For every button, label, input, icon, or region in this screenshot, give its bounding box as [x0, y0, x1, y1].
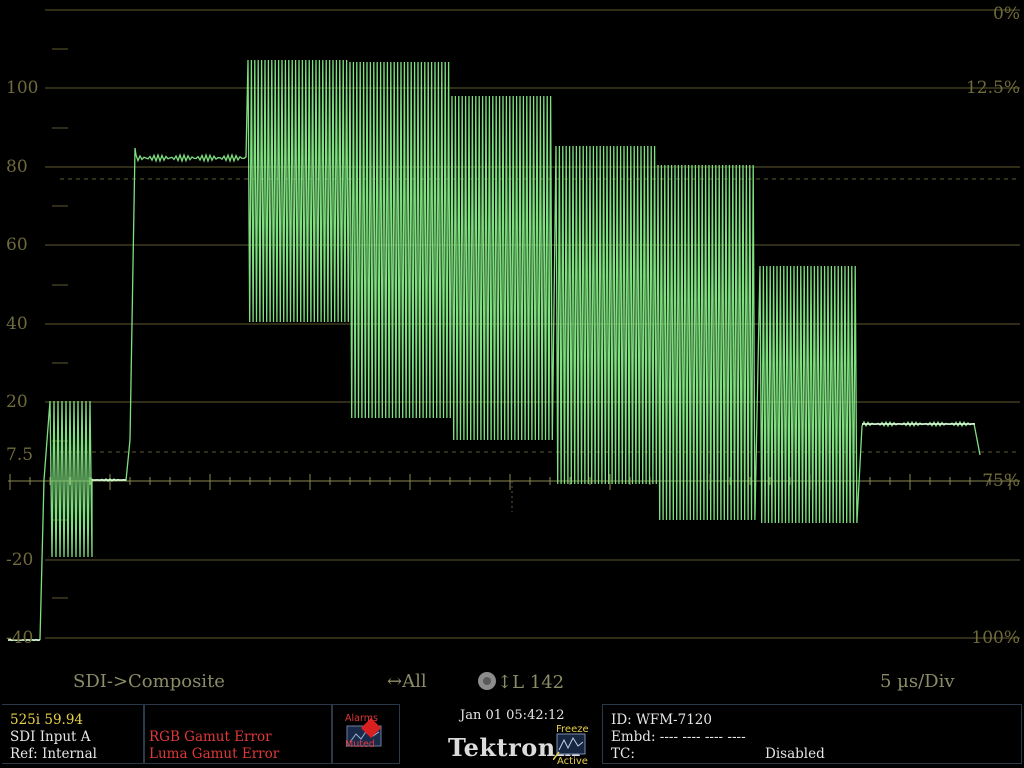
line-number: L 142 — [512, 672, 565, 693]
timecode-value: Disabled — [765, 746, 825, 762]
timebase-label: 5 µs/Div — [880, 671, 955, 692]
scale-label-minus-40: -40 — [6, 628, 34, 648]
reference-source: Ref: Internal — [10, 746, 97, 762]
sweep-selector[interactable]: ↔All — [387, 671, 427, 697]
scale-label-100pct: 100% — [971, 628, 1020, 648]
date-time: Jan 01 05:42:12 — [460, 708, 565, 723]
input-mode-label: SDI->Composite — [73, 671, 225, 692]
scale-label-7-5: 7.5 — [6, 445, 34, 465]
embedded-audio: Embd: ---- ---- ---- ---- — [611, 729, 746, 745]
horizontal-arrows-icon: ↔ — [387, 671, 403, 692]
scale-label-0pct: 0% — [993, 4, 1020, 24]
status-bar: 525i 59.94 SDI Input A Ref: Internal RGB… — [0, 702, 1024, 768]
device-info-panel: ID: WFM-7120 Embd: ---- ---- ---- ---- T… — [602, 704, 1022, 764]
device-id: ID: WFM-7120 — [611, 712, 712, 728]
vertical-arrows-icon: ↕ — [497, 672, 513, 693]
line-select[interactable]: ↕L 142 — [477, 671, 564, 697]
muted-label: Muted — [345, 739, 375, 750]
input-info-panel: 525i 59.94 SDI Input A Ref: Internal — [2, 704, 144, 764]
scale-label-80: 80 — [6, 157, 28, 177]
scale-label-40: 40 — [6, 314, 28, 334]
alarms-label: Alarms — [345, 713, 378, 724]
scale-label-minus-20: -20 — [6, 550, 34, 570]
waveform-polyline — [7, 59, 981, 642]
video-format: 525i 59.94 — [10, 712, 84, 728]
error-panel: RGB Gamut Error Luma Gamut Error — [144, 704, 332, 764]
scale-label-60: 60 — [6, 235, 28, 255]
active-label: Active — [557, 756, 588, 767]
luma-gamut-error: Luma Gamut Error — [149, 746, 280, 762]
freeze-label: Freeze — [556, 724, 589, 735]
alarms-panel[interactable]: Alarms Muted — [332, 704, 400, 764]
waveform-display — [7, 9, 1020, 642]
knob-icon — [478, 672, 496, 690]
scale-label-100: 100 — [6, 78, 39, 98]
scale-label-75pct: 75% — [982, 471, 1020, 491]
sweep-label: All — [402, 671, 427, 692]
timecode-label: TC: — [611, 746, 635, 762]
waveform-trace — [7, 59, 981, 642]
input-source: SDI Input A — [10, 729, 91, 745]
scale-label-20: 20 — [6, 392, 28, 412]
rgb-gamut-error: RGB Gamut Error — [149, 729, 272, 745]
scale-label-12-5pct: 12.5% — [965, 78, 1020, 98]
